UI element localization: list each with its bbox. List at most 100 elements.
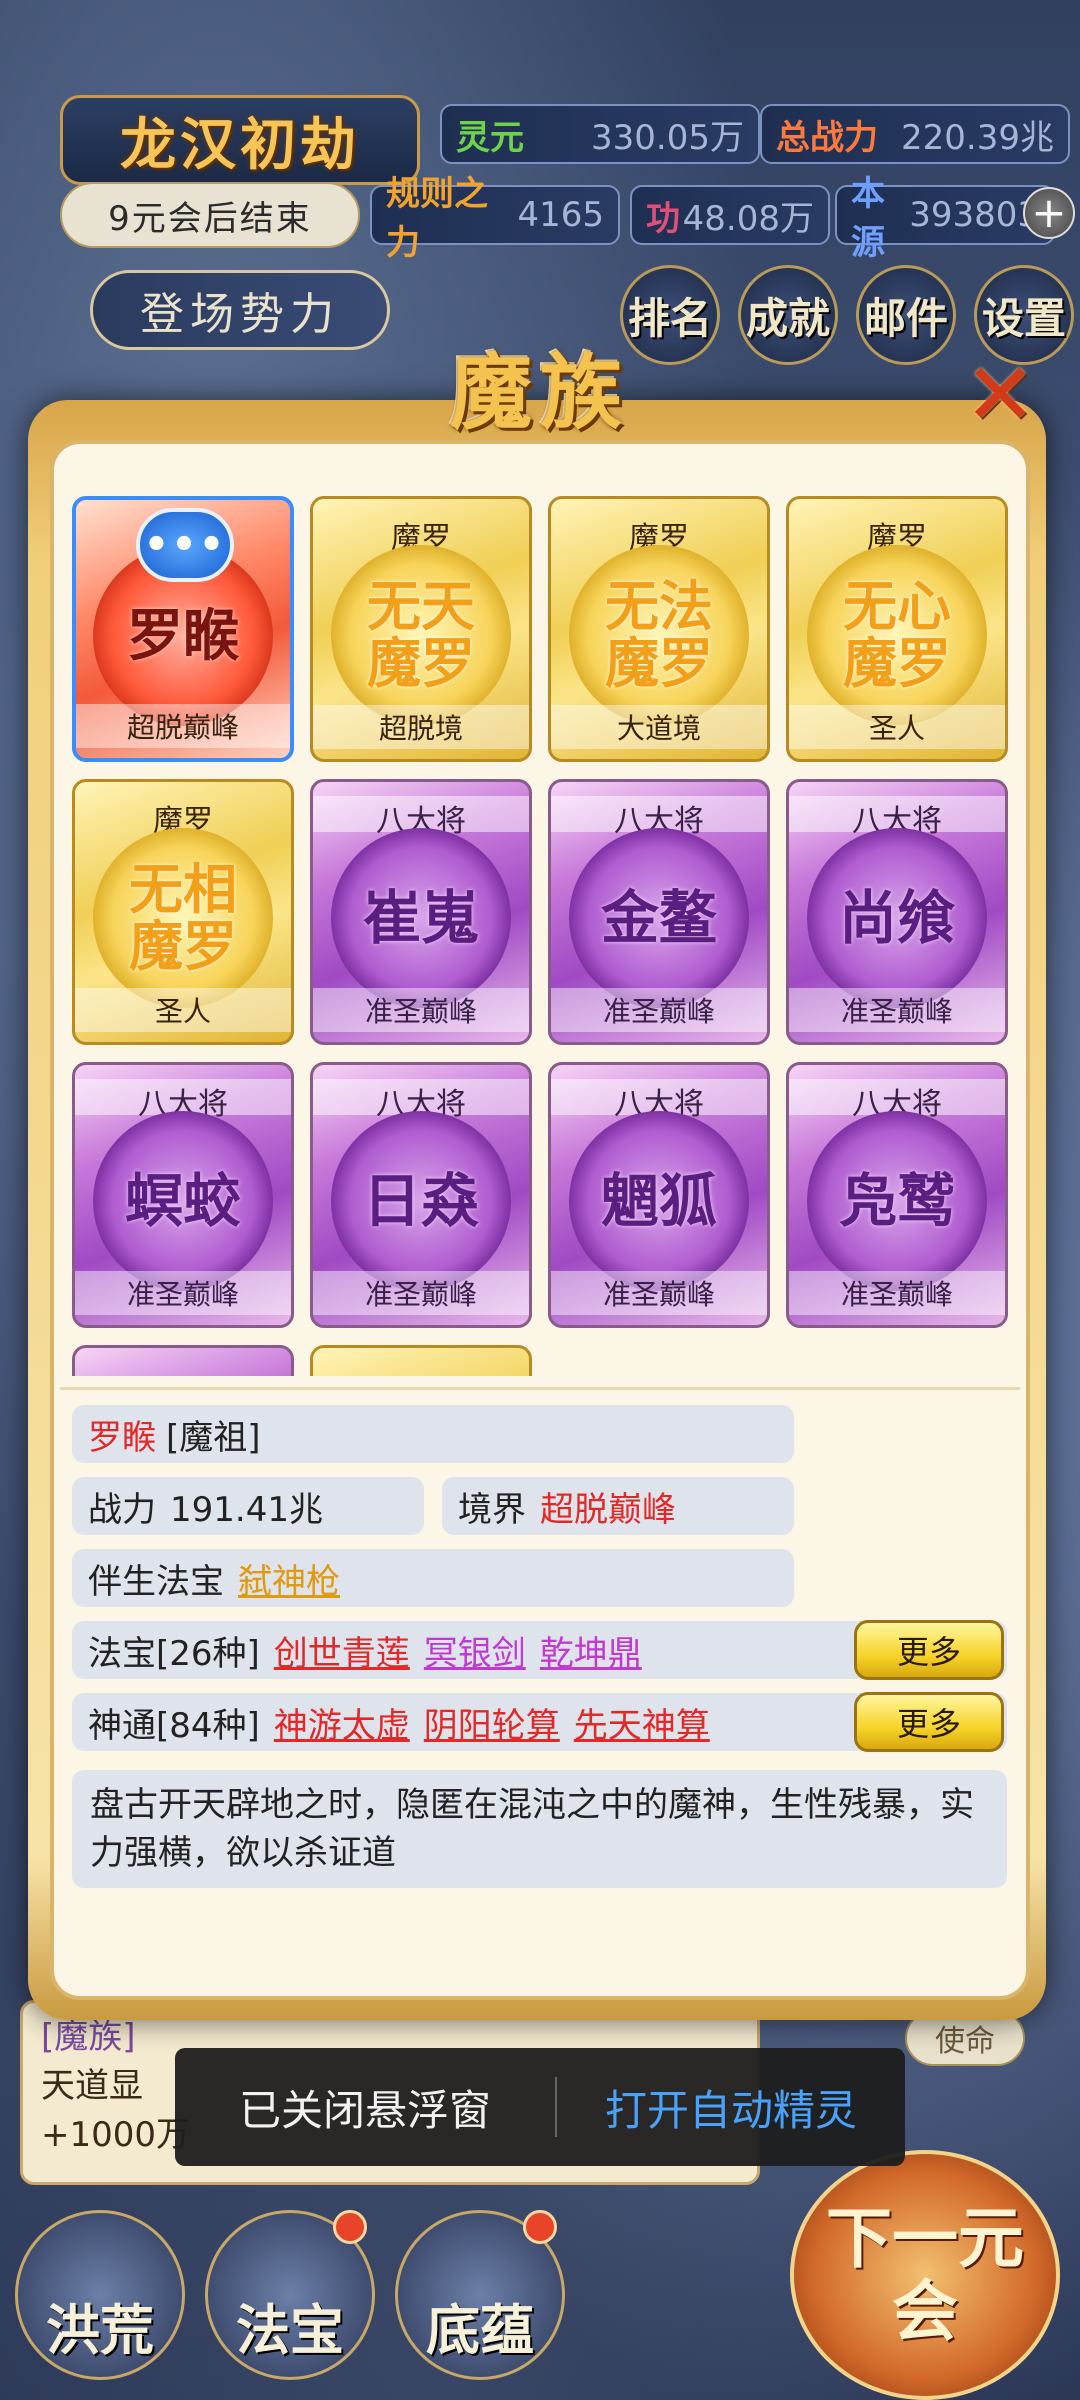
- member-name: 凫鹫: [807, 1111, 987, 1291]
- member-card-grid: ••• 罗睺 超脱巅峰 魔罗 无天魔罗 超脱境 魔罗 无法魔罗 大道境 魔罗 无心魔罗 圣人 魔罗 无相魔…: [72, 496, 1012, 1376]
- origin-label: 本源: [851, 174, 885, 263]
- member-card[interactable]: [72, 1345, 294, 1376]
- treasure-link[interactable]: 创世青莲: [274, 1626, 410, 1675]
- mail-button[interactable]: 邮件: [856, 265, 956, 365]
- close-icon[interactable]: ✕: [955, 350, 1045, 440]
- detail-name: 罗睺: [88, 1417, 156, 1458]
- member-rank: 八大将: [313, 1079, 529, 1122]
- member-rank: 八大将: [551, 796, 767, 839]
- companion-treasure-link[interactable]: 弑神枪: [238, 1554, 340, 1603]
- member-card[interactable]: 八大将 崔嵬 准圣巅峰: [310, 779, 532, 1045]
- add-resource-button[interactable]: +: [1023, 187, 1075, 239]
- member-name: 魍狐: [569, 1111, 749, 1291]
- modal-title: 魔族: [449, 344, 630, 441]
- rule-power-label: 规则之力: [386, 174, 488, 263]
- total-power-stat: 总战力 220.39兆: [760, 104, 1070, 164]
- member-realm: 超脱境: [313, 705, 529, 749]
- member-realm: 准圣巅峰: [789, 988, 1005, 1032]
- origin-value: 393803: [909, 195, 1039, 235]
- member-realm: 准圣巅峰: [789, 1271, 1005, 1315]
- member-name: 无心魔罗: [807, 545, 987, 725]
- era-title: 龙汉初劫: [60, 95, 420, 185]
- chat-bubble-icon[interactable]: •••: [136, 508, 234, 582]
- skill-link[interactable]: 神游太虚: [274, 1698, 410, 1747]
- member-name: 无相魔罗: [93, 828, 273, 1008]
- member-card[interactable]: 八大将 凫鹫 准圣巅峰: [786, 1062, 1008, 1328]
- member-realm: 准圣巅峰: [313, 988, 529, 1032]
- member-rank: 魔罗: [867, 521, 927, 556]
- member-card[interactable]: 八大将 金鳌 准圣巅峰: [548, 779, 770, 1045]
- member-rank: 八大将: [75, 1079, 291, 1122]
- member-card[interactable]: 八大将 螟蛟 准圣巅峰: [72, 1062, 294, 1328]
- origin-stat: 本源 393803: [835, 174, 1055, 263]
- member-rank: 魔罗: [153, 804, 213, 839]
- merit-stat: 功 48.08万: [630, 185, 830, 245]
- member-card[interactable]: [310, 1345, 532, 1376]
- member-card[interactable]: 八大将 日猋 准圣巅峰: [310, 1062, 532, 1328]
- member-rank: 魔罗: [629, 521, 689, 556]
- log-tag: [魔族]: [41, 2017, 136, 2057]
- member-card[interactable]: 魔罗 无天魔罗 超脱境: [310, 496, 532, 762]
- member-card[interactable]: 八大将 尚飨 准圣巅峰: [786, 779, 1008, 1045]
- next-era-button[interactable]: 下一元会: [790, 2150, 1060, 2400]
- member-name: 无法魔罗: [569, 545, 749, 725]
- member-card[interactable]: 魔罗 无心魔罗 圣人: [786, 496, 1008, 762]
- member-realm: 圣人: [789, 705, 1005, 749]
- member-name: 崔嵬: [331, 828, 511, 1008]
- companion-treasure-row: 伴生法宝 弑神枪: [72, 1549, 794, 1607]
- detail-realm-row: 境界 超脱巅峰: [442, 1477, 794, 1535]
- detail-title: [魔祖]: [166, 1417, 261, 1458]
- member-rank: 八大将: [313, 796, 529, 839]
- member-card[interactable]: 魔罗 无相魔罗 圣人: [72, 779, 294, 1045]
- member-rank: 八大将: [789, 796, 1005, 839]
- member-realm: 准圣巅峰: [551, 1271, 767, 1315]
- lingyuan-value: 330.05万: [591, 117, 744, 158]
- member-realm: 圣人: [75, 988, 291, 1032]
- achievement-button[interactable]: 成就: [738, 265, 838, 365]
- honghuang-button[interactable]: 洪荒: [15, 2210, 185, 2380]
- member-realm: 准圣巅峰: [75, 1271, 291, 1315]
- era-countdown: 9元会后结束: [60, 182, 360, 248]
- member-card[interactable]: 八大将 魍狐 准圣巅峰: [548, 1062, 770, 1328]
- member-realm: 准圣巅峰: [313, 1271, 529, 1315]
- detail-name-row: 罗睺 [魔祖]: [72, 1405, 794, 1463]
- member-realm: 准圣巅峰: [551, 988, 767, 1032]
- member-name: 无天魔罗: [331, 545, 511, 725]
- lingyuan-label: 灵元: [456, 117, 524, 158]
- toast: 已关闭悬浮窗 打开自动精灵: [175, 2048, 905, 2166]
- member-name: 螟蛟: [93, 1111, 273, 1291]
- power-label: 战力: [88, 1489, 156, 1530]
- notification-dot: [523, 2210, 557, 2244]
- more-skills-button[interactable]: 更多: [854, 1692, 1004, 1752]
- merit-label: 功: [646, 198, 680, 239]
- merit-value: 48.08万: [682, 198, 814, 239]
- realm-value: 超脱巅峰: [540, 1489, 676, 1530]
- member-name: 日猋: [331, 1111, 511, 1291]
- treasures-label: 法宝[26种]: [88, 1633, 260, 1674]
- member-name: 金鳌: [569, 828, 749, 1008]
- total-power-label: 总战力: [776, 117, 878, 158]
- member-name: 尚飨: [807, 828, 987, 1008]
- member-rank: 八大将: [789, 1079, 1005, 1122]
- character-description: 盘古开天辟地之时，隐匿在混沌之中的魔神，生性残暴，实力强横，欲以杀证道: [72, 1770, 1007, 1888]
- toast-action-button[interactable]: 打开自动精灵: [557, 2077, 905, 2138]
- skill-link[interactable]: 先天神算: [574, 1698, 710, 1747]
- rule-power-value: 4165: [517, 195, 604, 235]
- notification-dot: [333, 2210, 367, 2244]
- toast-message: 已关闭悬浮窗: [238, 2085, 491, 2135]
- rule-power-stat: 规则之力 4165: [370, 174, 620, 263]
- member-card[interactable]: 魔罗 无法魔罗 大道境: [548, 496, 770, 762]
- skills-label: 神通[84种]: [88, 1705, 260, 1746]
- divider: [60, 1387, 1020, 1390]
- power-value: 191.41兆: [170, 1489, 323, 1530]
- companion-label: 伴生法宝: [88, 1561, 224, 1602]
- faction-button[interactable]: 登场势力: [90, 270, 390, 350]
- more-treasures-button[interactable]: 更多: [854, 1620, 1004, 1680]
- member-rank: 八大将: [551, 1079, 767, 1122]
- realm-label: 境界: [458, 1489, 526, 1530]
- treasure-link[interactable]: 乾坤鼎: [540, 1626, 642, 1675]
- treasure-link[interactable]: 冥银剑: [424, 1626, 526, 1675]
- detail-power-row: 战力 191.41兆: [72, 1477, 424, 1535]
- skill-link[interactable]: 阴阳轮算: [424, 1698, 560, 1747]
- member-card[interactable]: ••• 罗睺 超脱巅峰: [72, 496, 294, 762]
